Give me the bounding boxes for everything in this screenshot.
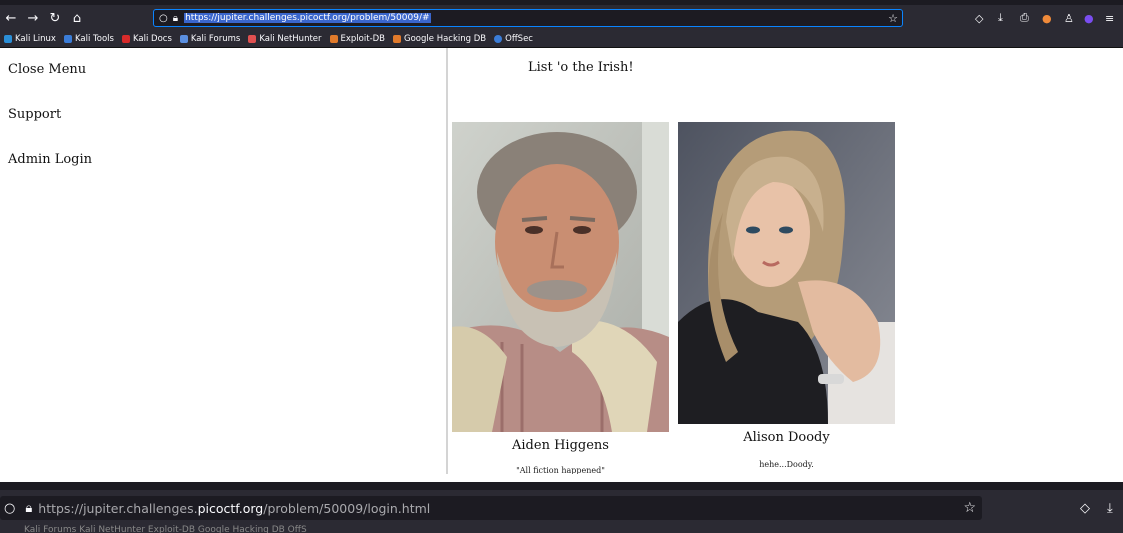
- offsec-icon: [494, 35, 503, 43]
- ghdb-icon: [393, 35, 402, 43]
- extensions-icon[interactable]: ⎙: [1020, 5, 1029, 31]
- person-quote: hehe...Doody.: [759, 460, 814, 469]
- bookmark-label: OffSec: [505, 34, 533, 44]
- exploit-db-icon: [329, 35, 338, 43]
- addon-icon[interactable]: ●: [1084, 5, 1094, 31]
- bookmark-kali-linux[interactable]: Kali Linux: [4, 34, 56, 44]
- home-icon[interactable]: ⌂: [66, 11, 88, 26]
- person-name: Alison Doody: [743, 430, 830, 445]
- nethunter-icon: [248, 35, 257, 43]
- bookmark-google-hacking-db[interactable]: Google Hacking DB: [393, 34, 486, 44]
- shield-icon: ○: [159, 12, 168, 24]
- support-link[interactable]: Support: [8, 107, 61, 122]
- bookmark-exploit-db[interactable]: Exploit-DB: [329, 34, 386, 44]
- foxyproxy-icon[interactable]: ●: [1042, 5, 1052, 31]
- kali-forums-icon: [179, 35, 188, 43]
- close-menu-link[interactable]: Close Menu: [8, 62, 86, 77]
- bookmarks-bar: Kali Linux Kali Tools Kali Docs Kali For…: [0, 31, 1123, 48]
- person-quote: "All fiction happened": [516, 466, 605, 474]
- download-icon[interactable]: ⤓: [1107, 496, 1113, 520]
- account-icon[interactable]: ♙: [1064, 5, 1074, 31]
- alison-doody-photo: [678, 122, 895, 424]
- bookmarks-bar-partial: Kali Forums Kali NetHunter Exploit-DB Go…: [24, 525, 307, 533]
- forward-icon[interactable]: →: [22, 11, 44, 26]
- pocket-icon[interactable]: ◇: [975, 5, 983, 31]
- kali-docs-icon: [121, 35, 130, 43]
- web-page: Close Menu Support Admin Login List 'o t…: [0, 48, 1123, 482]
- bookmark-star-icon[interactable]: ☆: [963, 500, 976, 516]
- url-bar[interactable]: ○ 🔒︎ https://jupiter.challenges.picoctf.…: [0, 496, 982, 520]
- admin-login-link[interactable]: Admin Login: [8, 152, 92, 167]
- kali-tools-icon: [63, 35, 72, 43]
- aiden-higgens-photo: [452, 122, 669, 432]
- url-text[interactable]: https://jupiter.challenges.picoctf.org/p…: [184, 13, 431, 23]
- shield-icon: ○: [4, 500, 16, 516]
- bookmark-label: Kali Docs: [132, 34, 172, 44]
- download-icon[interactable]: ⤓: [998, 5, 1003, 31]
- back-icon[interactable]: ←: [0, 11, 22, 26]
- bookmark-label: Exploit-DB: [340, 34, 386, 44]
- url-bar[interactable]: ○ 🔒︎ https://jupiter.challenges.picoctf.…: [153, 9, 903, 27]
- bookmark-offsec[interactable]: OffSec: [494, 34, 533, 44]
- pocket-icon[interactable]: ◇: [1080, 496, 1090, 520]
- browser-toolbar: ← → ↻ ⌂ ○ 🔒︎ https://jupiter.challenges.…: [0, 5, 1123, 31]
- bookmark-kali-nethunter[interactable]: Kali NetHunter: [248, 34, 322, 44]
- lock-icon: 🔒︎: [172, 12, 179, 24]
- bookmark-label: Kali Tools: [74, 34, 114, 44]
- bookmark-label: Kali Linux: [15, 34, 56, 44]
- bookmark-label: Kali Forums: [190, 34, 241, 44]
- bookmark-label: Google Hacking DB: [404, 34, 487, 44]
- bookmark-kali-tools[interactable]: Kali Tools: [63, 34, 114, 44]
- menu-divider: [446, 48, 448, 474]
- second-browser-window: ○ 🔒︎ https://jupiter.challenges.picoctf.…: [0, 490, 1123, 533]
- url-text[interactable]: https://jupiter.challenges.picoctf.org/p…: [38, 501, 430, 516]
- bookmark-label: Kali NetHunter: [259, 34, 322, 44]
- page-title: List 'o the Irish!: [528, 60, 634, 75]
- reload-icon[interactable]: ↻: [44, 11, 66, 26]
- bookmark-kali-forums[interactable]: Kali Forums: [179, 34, 241, 44]
- menu-icon[interactable]: ≡: [1105, 5, 1114, 31]
- lock-icon: 🔒︎: [25, 500, 33, 516]
- person-name: Aiden Higgens: [512, 438, 609, 453]
- bookmark-star-icon[interactable]: ☆: [888, 12, 898, 25]
- kali-icon: [4, 35, 12, 43]
- bookmark-kali-docs[interactable]: Kali Docs: [121, 34, 172, 44]
